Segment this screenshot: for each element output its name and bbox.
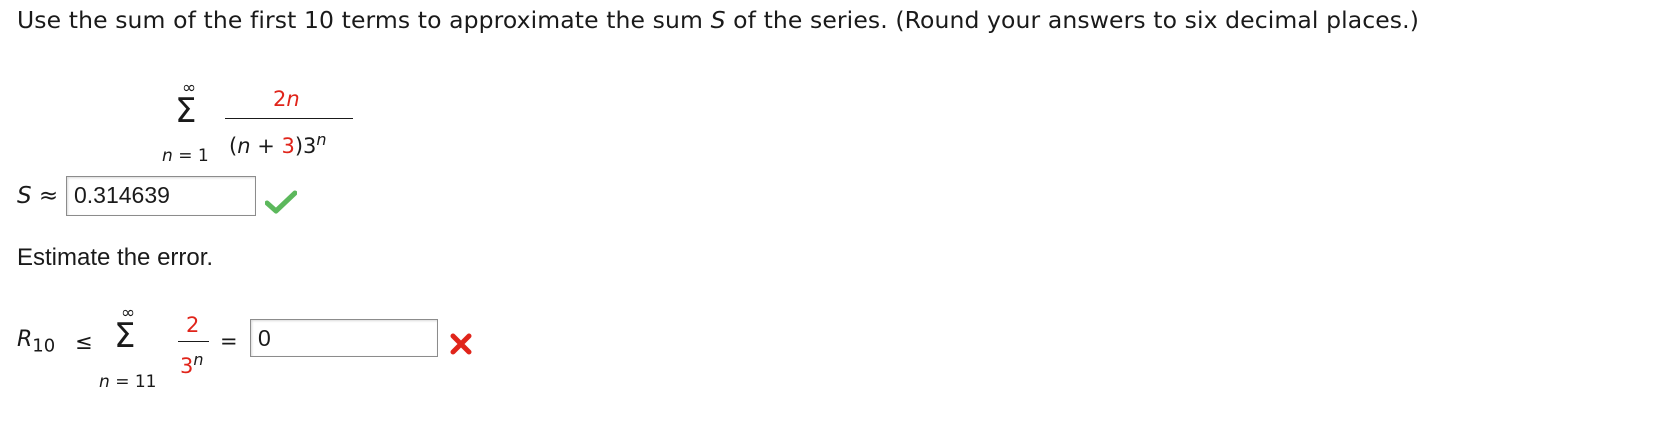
series-numerator: 2n	[273, 87, 300, 111]
remainder-denominator: 3n	[180, 350, 204, 378]
sum-answer-input[interactable]: 0.314639	[66, 176, 256, 216]
remainder-numerator: 2	[186, 313, 200, 337]
remainder-fraction-bar	[178, 341, 209, 342]
leq-symbol: ≤	[75, 330, 93, 354]
question-var-s: S	[710, 6, 726, 34]
error-heading: Estimate the error.	[17, 244, 214, 271]
x-mark-icon	[450, 333, 472, 355]
sigma-lower-limit: n = 1	[162, 146, 209, 166]
sum-label: S ≈	[17, 183, 59, 209]
remainder-sigma-symbol: Σ	[114, 316, 136, 356]
remainder-answer-input[interactable]: 0	[250, 319, 438, 357]
question-text: Use the sum of the first 10 terms to app…	[17, 6, 1419, 34]
question-text-part1: Use the sum of the first 10 terms to app…	[17, 6, 711, 34]
equals-sign: =	[220, 329, 238, 353]
series-denominator: (n + 3)3n	[229, 130, 327, 158]
remainder-label: R10	[17, 327, 56, 357]
sigma-symbol: Σ	[175, 91, 197, 131]
check-icon	[265, 190, 297, 214]
question-text-part2: of the series. (Round your answers to si…	[725, 6, 1419, 34]
series-fraction-bar	[225, 118, 353, 119]
remainder-sigma-lower: n = 11	[99, 372, 157, 392]
